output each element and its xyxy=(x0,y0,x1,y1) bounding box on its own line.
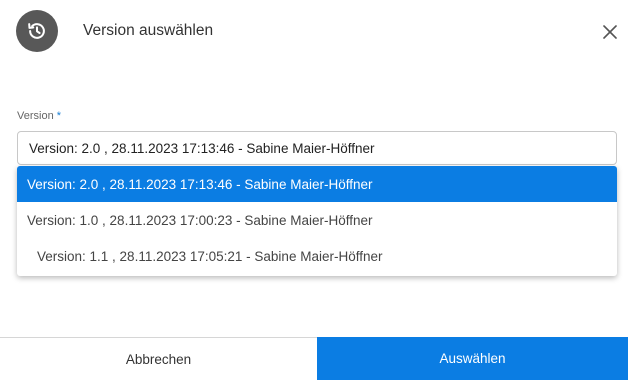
version-field-label: Version * xyxy=(17,110,61,122)
dropdown-option[interactable]: Version: 1.0 , 28.11.2023 17:00:23 - Sab… xyxy=(17,202,617,238)
dropdown-option-label: Version: 1.0 , 28.11.2023 17:00:23 - Sab… xyxy=(27,212,373,228)
dialog-title: Version auswählen xyxy=(83,22,214,39)
close-button[interactable] xyxy=(600,22,620,42)
dropdown-option[interactable]: Version: 1.1 , 28.11.2023 17:05:21 - Sab… xyxy=(17,238,617,274)
history-icon xyxy=(16,10,58,52)
required-marker: * xyxy=(56,110,61,122)
version-select-dialog: Version auswählen Version * Version: 2.0 … xyxy=(0,0,628,380)
version-select-value: Version: 2.0 , 28.11.2023 17:13:46 - Sab… xyxy=(29,140,375,156)
dropdown-option-label: Version: 1.1 , 28.11.2023 17:05:21 - Sab… xyxy=(37,248,383,264)
select-button[interactable]: Auswählen xyxy=(317,337,628,380)
version-label-text: Version xyxy=(17,110,54,122)
dropdown-option[interactable]: Version: 2.0 , 28.11.2023 17:13:46 - Sab… xyxy=(17,166,617,202)
close-icon xyxy=(603,25,617,39)
dropdown-option-label: Version: 2.0 , 28.11.2023 17:13:46 - Sab… xyxy=(27,176,373,192)
version-dropdown-list: Version: 2.0 , 28.11.2023 17:13:46 - Sab… xyxy=(17,166,617,276)
cancel-button[interactable]: Abbrechen xyxy=(0,338,317,380)
version-select[interactable]: Version: 2.0 , 28.11.2023 17:13:46 - Sab… xyxy=(17,131,617,165)
